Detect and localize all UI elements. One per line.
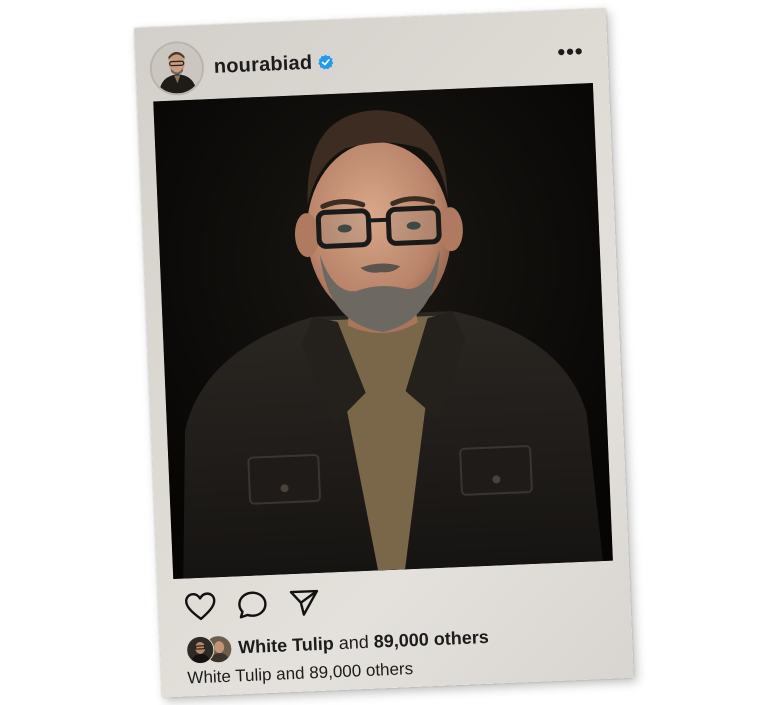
comment-bubble-icon[interactable] <box>236 589 269 625</box>
more-options-icon[interactable]: ••• <box>557 38 584 65</box>
avatar[interactable] <box>148 40 206 97</box>
liked-by-count[interactable]: 89,000 others <box>373 626 489 652</box>
caption: White Tulip and 89,000 others <box>187 659 414 688</box>
verified-badge-icon <box>318 54 335 71</box>
paper-plane-icon[interactable] <box>288 587 321 623</box>
post-card: nourabiad ••• White Tulip and 89,000 oth… <box>134 8 634 698</box>
liked-by-joiner: and <box>333 631 375 653</box>
avatar-portrait <box>150 42 203 95</box>
likes-summary: White Tulip and 89,000 others <box>185 624 490 665</box>
portrait-image <box>153 83 613 580</box>
post-photo[interactable] <box>153 83 613 580</box>
liker-avatars <box>185 634 233 665</box>
action-bar <box>184 587 321 628</box>
stage: nourabiad ••• White Tulip and 89,000 oth… <box>0 0 768 705</box>
heart-icon[interactable] <box>184 591 217 627</box>
username[interactable]: nourabiad <box>213 51 312 78</box>
liked-by-name[interactable]: White Tulip <box>238 633 334 658</box>
